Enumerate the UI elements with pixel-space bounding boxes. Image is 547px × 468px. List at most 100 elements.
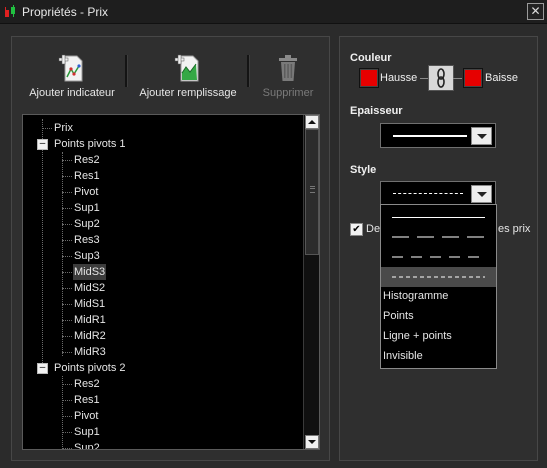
- tree-item[interactable]: Res3: [73, 232, 101, 248]
- tree-item[interactable]: Res2: [73, 376, 101, 392]
- thickness-select[interactable]: [380, 123, 496, 148]
- tree-item[interactable]: MidS1: [73, 296, 106, 312]
- tree-connector: [42, 128, 52, 129]
- tree-connector: [62, 240, 72, 241]
- hausse-label: Hausse: [380, 72, 418, 84]
- app-chart-icon: [5, 5, 15, 17]
- left-panel: Ajouter indicateur Ajouter remplissage S…: [11, 36, 330, 461]
- add-indicator-button[interactable]: Ajouter indicateur: [26, 53, 118, 99]
- tree-connector: [62, 448, 72, 449]
- tree-item[interactable]: MidS2: [73, 280, 106, 296]
- style-option-line-points[interactable]: Ligne + points: [381, 327, 496, 347]
- thickness-preview-line: [393, 135, 467, 137]
- tree-item[interactable]: Res1: [73, 392, 101, 408]
- dash-line-icon: [392, 256, 485, 258]
- checkbox[interactable]: ✔: [350, 223, 363, 236]
- tree-connector: [62, 152, 63, 356]
- add-indicator-icon: [58, 54, 83, 82]
- tree-item[interactable]: MidR2: [73, 328, 107, 344]
- grip-icon: [310, 186, 315, 193]
- line-style-long-dash-option[interactable]: [381, 227, 496, 247]
- style-option-points[interactable]: Points: [381, 307, 496, 327]
- tree-connector: [62, 336, 72, 337]
- hausse-color-swatch[interactable]: [359, 68, 379, 88]
- tree-connector: [62, 304, 72, 305]
- tree-connector: [62, 160, 72, 161]
- chain-link-icon[interactable]: [428, 65, 454, 91]
- style-option-histogram[interactable]: Histogramme: [381, 287, 496, 307]
- title-bar: Propriétés - Prix ✕: [0, 0, 547, 24]
- properties-tree[interactable]: Prix – Points pivots 1 Res2 Res1 Pivot S…: [22, 114, 320, 450]
- tree-connector: [62, 376, 63, 449]
- solid-line-icon: [392, 217, 485, 218]
- connector-line: [420, 78, 428, 79]
- tree-connector: [62, 288, 72, 289]
- tree-connector: [62, 176, 72, 177]
- tree-connector: [62, 208, 72, 209]
- checkbox-label-start: De: [366, 223, 381, 235]
- scroll-down-button[interactable]: [305, 435, 319, 449]
- style-option-invisible[interactable]: Invisible: [381, 347, 496, 367]
- close-button[interactable]: ✕: [527, 3, 544, 20]
- style-preview-line: [393, 193, 463, 194]
- style-option-label: Ligne + points: [383, 330, 452, 342]
- tree-item[interactable]: Sup3: [73, 248, 101, 264]
- collapse-icon[interactable]: –: [37, 139, 48, 150]
- tree-item[interactable]: Sup1: [73, 200, 101, 216]
- long-dash-line-icon: [392, 236, 485, 238]
- baisse-label: Baisse: [485, 72, 519, 84]
- tree-connector: [42, 119, 43, 369]
- delete-label: Supprimer: [262, 87, 314, 99]
- arrow-up-icon: [308, 120, 316, 124]
- chain-link-glyph: [437, 68, 445, 88]
- style-label: Style: [350, 164, 377, 176]
- line-style-dash-option[interactable]: [381, 247, 496, 267]
- tree-connector: [62, 416, 72, 417]
- tree-connector: [62, 432, 72, 433]
- scroll-thumb[interactable]: [305, 129, 319, 255]
- tree-item[interactable]: Sup1: [73, 424, 101, 440]
- tree-connector: [62, 320, 72, 321]
- tree-item-root[interactable]: Prix: [53, 120, 74, 136]
- add-fill-label: Ajouter remplissage: [139, 87, 237, 99]
- style-option-label: Histogramme: [383, 290, 449, 302]
- dotted-line-icon: [392, 276, 485, 278]
- baisse-color-swatch[interactable]: [463, 68, 483, 88]
- delete-button[interactable]: Supprimer: [257, 53, 319, 99]
- tree-item[interactable]: Res2: [73, 152, 101, 168]
- thickness-label: Epaisseur: [350, 105, 403, 117]
- tree-group-pivots-2[interactable]: Points pivots 2: [53, 360, 127, 376]
- tree-item[interactable]: Sup2: [73, 216, 101, 232]
- tree-connector: [62, 384, 72, 385]
- tree-item-selected[interactable]: MidS3: [73, 264, 107, 280]
- scroll-up-button[interactable]: [305, 115, 319, 129]
- line-style-dotted-option[interactable]: [381, 267, 496, 287]
- chevron-down-icon[interactable]: [471, 127, 492, 145]
- arrow-down-icon: [308, 440, 316, 444]
- tree-connector: [62, 224, 72, 225]
- tree-item[interactable]: Pivot: [73, 408, 99, 424]
- window-title: Propriétés - Prix: [22, 5, 109, 19]
- style-option-label: Invisible: [383, 350, 423, 362]
- line-style-solid-option[interactable]: [381, 207, 496, 227]
- tree-item[interactable]: Sup2: [73, 440, 101, 449]
- add-indicator-label: Ajouter indicateur: [29, 87, 115, 99]
- tree-group-pivots-1[interactable]: Points pivots 1: [53, 136, 127, 152]
- toolbar-separator: [125, 55, 128, 87]
- tree-connector: [62, 256, 72, 257]
- tree-item[interactable]: MidR1: [73, 312, 107, 328]
- tree-item[interactable]: Res1: [73, 168, 101, 184]
- add-fill-button[interactable]: Ajouter remplissage: [138, 53, 238, 99]
- chevron-down-icon[interactable]: [471, 185, 492, 203]
- tree-scrollbar[interactable]: [303, 115, 319, 449]
- tree-item[interactable]: Pivot: [73, 184, 99, 200]
- tree-connector: [62, 352, 72, 353]
- style-select[interactable]: [380, 181, 496, 206]
- trash-icon: [279, 55, 297, 81]
- color-label: Couleur: [350, 52, 392, 64]
- style-dropdown-list[interactable]: Histogramme Points Ligne + points Invisi…: [380, 204, 497, 369]
- toolbar-separator: [247, 55, 250, 87]
- collapse-icon[interactable]: –: [37, 363, 48, 374]
- tree-item[interactable]: MidR3: [73, 344, 107, 360]
- tree-connector: [62, 400, 72, 401]
